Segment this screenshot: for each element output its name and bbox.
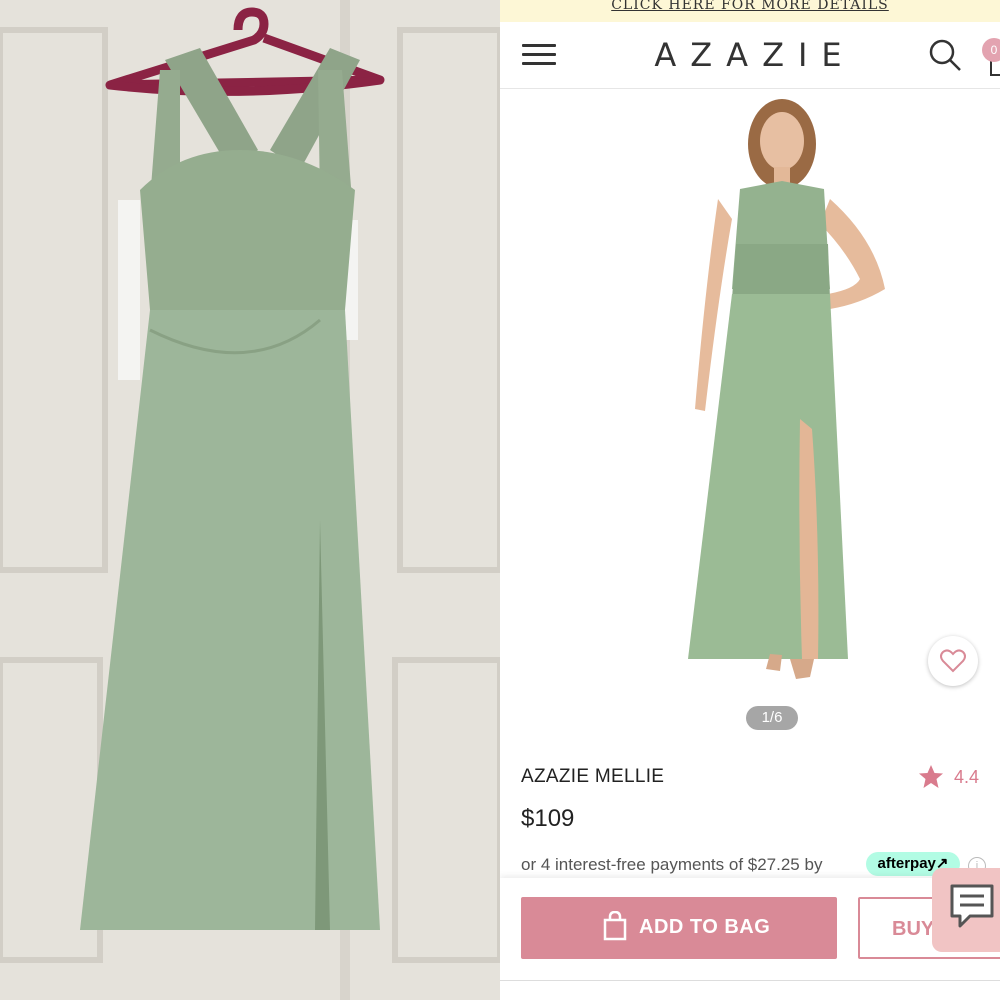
buy-now-label: BUY [892, 918, 935, 940]
promo-link[interactable]: CLICK HERE FOR MORE DETAILS [611, 0, 889, 13]
product-page: CLICK HERE FOR MORE DETAILS AZAZIE 0 1/6… [500, 0, 1000, 1000]
product-rating[interactable]: 4.4 [918, 764, 979, 790]
product-image-gallery[interactable]: 1/6 [500, 89, 1000, 735]
shopping-bag-icon [603, 911, 627, 941]
brand-logo[interactable]: AZAZIE [500, 36, 1000, 74]
product-name: AZAZIE MELLIE [521, 766, 665, 787]
bag-count-badge: 0 [982, 38, 1000, 62]
chat-button[interactable] [932, 868, 1000, 952]
add-to-bag-button[interactable]: ADD TO BAG [521, 897, 837, 959]
top-nav: AZAZIE 0 [500, 22, 1000, 89]
search-icon[interactable] [928, 38, 962, 72]
heart-icon [940, 649, 966, 673]
dress-on-hanger-image [0, 0, 500, 1000]
rating-value: 4.4 [954, 767, 980, 787]
add-to-bag-label: ADD TO BAG [639, 916, 771, 938]
bottom-divider [500, 980, 1000, 1000]
dress-photo [0, 0, 500, 1000]
gallery-pager: 1/6 [746, 706, 798, 730]
product-price: $109 [521, 805, 575, 832]
wishlist-button[interactable] [928, 636, 978, 686]
afterpay-label: afterpay [877, 855, 936, 872]
promo-banner[interactable]: CLICK HERE FOR MORE DETAILS [500, 0, 1000, 22]
chat-icon [950, 884, 994, 928]
installment-text: or 4 interest-free payments of $27.25 by [521, 855, 823, 874]
model-wearing-dress-image [500, 89, 1000, 735]
star-icon [919, 765, 943, 788]
